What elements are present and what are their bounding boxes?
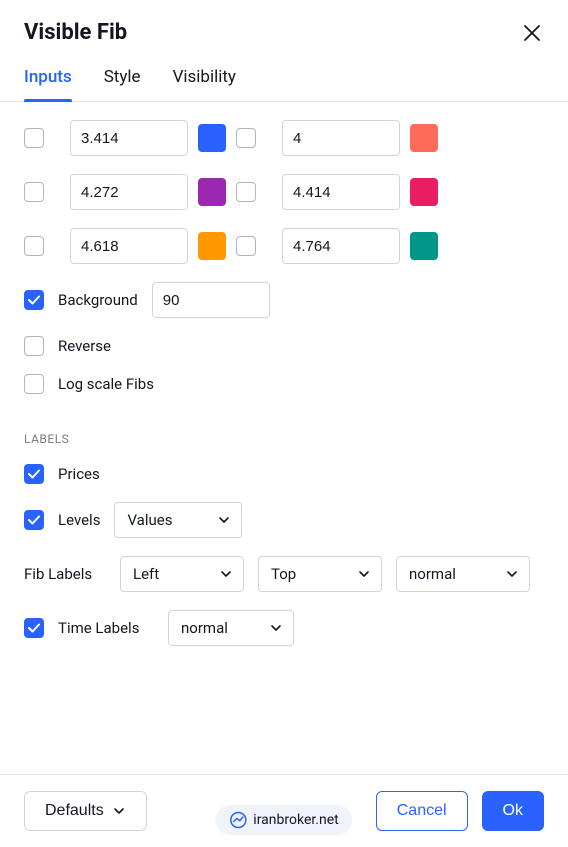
- logscale-label: Log scale Fibs: [58, 375, 154, 393]
- chevron-down-icon: [112, 804, 126, 818]
- levels-label: Levels: [58, 511, 100, 529]
- watermark-text: iranbroker.net: [253, 812, 338, 828]
- background-input[interactable]: [152, 282, 270, 318]
- fib-level-checkbox[interactable]: [236, 128, 256, 148]
- defaults-button[interactable]: Defaults: [24, 791, 147, 831]
- fib-labels-vert-value: Top: [271, 565, 296, 583]
- defaults-label: Defaults: [45, 802, 104, 820]
- levels-select[interactable]: Values: [114, 502, 242, 538]
- watermark: iranbroker.net: [215, 805, 352, 835]
- background-checkbox[interactable]: [24, 290, 44, 310]
- chevron-down-icon: [357, 567, 371, 581]
- tab-visibility[interactable]: Visibility: [173, 57, 236, 101]
- labels-section-header: LABELS: [24, 432, 544, 446]
- prices-checkbox[interactable]: [24, 464, 44, 484]
- fib-level-row: [24, 228, 544, 264]
- fib-level-color-swatch[interactable]: [410, 124, 438, 152]
- reverse-label: Reverse: [58, 337, 111, 355]
- chart-icon: [229, 811, 247, 829]
- fib-level-checkbox[interactable]: [24, 236, 44, 256]
- fib-labels-horiz-select[interactable]: Left: [120, 556, 244, 592]
- tab-inputs[interactable]: Inputs: [24, 57, 72, 101]
- fib-level-row: [24, 120, 544, 156]
- fib-labels-weight-select[interactable]: normal: [396, 556, 530, 592]
- dialog-title: Visible Fib: [24, 20, 127, 45]
- fib-labels-weight-value: normal: [409, 565, 456, 583]
- fib-level-color-swatch[interactable]: [198, 232, 226, 260]
- time-labels-weight-select[interactable]: normal: [168, 610, 294, 646]
- time-labels-weight-value: normal: [181, 619, 228, 637]
- fib-level-value-input[interactable]: [282, 120, 400, 156]
- time-labels-checkbox[interactable]: [24, 618, 44, 638]
- prices-label: Prices: [58, 465, 100, 483]
- background-label: Background: [58, 291, 138, 309]
- fib-level-color-swatch[interactable]: [410, 232, 438, 260]
- tabs: Inputs Style Visibility: [0, 57, 568, 102]
- fib-level-color-swatch[interactable]: [198, 178, 226, 206]
- reverse-checkbox[interactable]: [24, 336, 44, 356]
- fib-level-checkbox[interactable]: [236, 236, 256, 256]
- levels-select-value: Values: [127, 511, 172, 529]
- chevron-down-icon: [269, 621, 283, 635]
- chevron-down-icon: [219, 567, 233, 581]
- fib-level-value-input[interactable]: [282, 228, 400, 264]
- fib-level-checkbox[interactable]: [24, 128, 44, 148]
- fib-level-color-swatch[interactable]: [198, 124, 226, 152]
- close-button[interactable]: [520, 21, 544, 45]
- time-labels-label: Time Labels: [58, 619, 154, 637]
- fib-level-color-swatch[interactable]: [410, 178, 438, 206]
- fib-level-checkbox[interactable]: [236, 182, 256, 202]
- close-icon: [522, 23, 542, 43]
- fib-labels-horiz-value: Left: [133, 565, 159, 583]
- fib-labels-vert-select[interactable]: Top: [258, 556, 382, 592]
- fib-level-value-input[interactable]: [70, 228, 188, 264]
- fib-level-row: [24, 174, 544, 210]
- fib-level-value-input[interactable]: [70, 174, 188, 210]
- cancel-button[interactable]: Cancel: [376, 791, 468, 831]
- chevron-down-icon: [505, 567, 519, 581]
- logscale-checkbox[interactable]: [24, 374, 44, 394]
- tab-style[interactable]: Style: [104, 57, 141, 101]
- levels-checkbox[interactable]: [24, 510, 44, 530]
- fib-level-checkbox[interactable]: [24, 182, 44, 202]
- chevron-down-icon: [217, 513, 231, 527]
- fib-level-value-input[interactable]: [70, 120, 188, 156]
- ok-button[interactable]: Ok: [482, 791, 544, 831]
- fib-labels-label: Fib Labels: [24, 565, 106, 583]
- content-area: Background Reverse Log scale Fibs LABELS…: [0, 102, 568, 774]
- fib-level-value-input[interactable]: [282, 174, 400, 210]
